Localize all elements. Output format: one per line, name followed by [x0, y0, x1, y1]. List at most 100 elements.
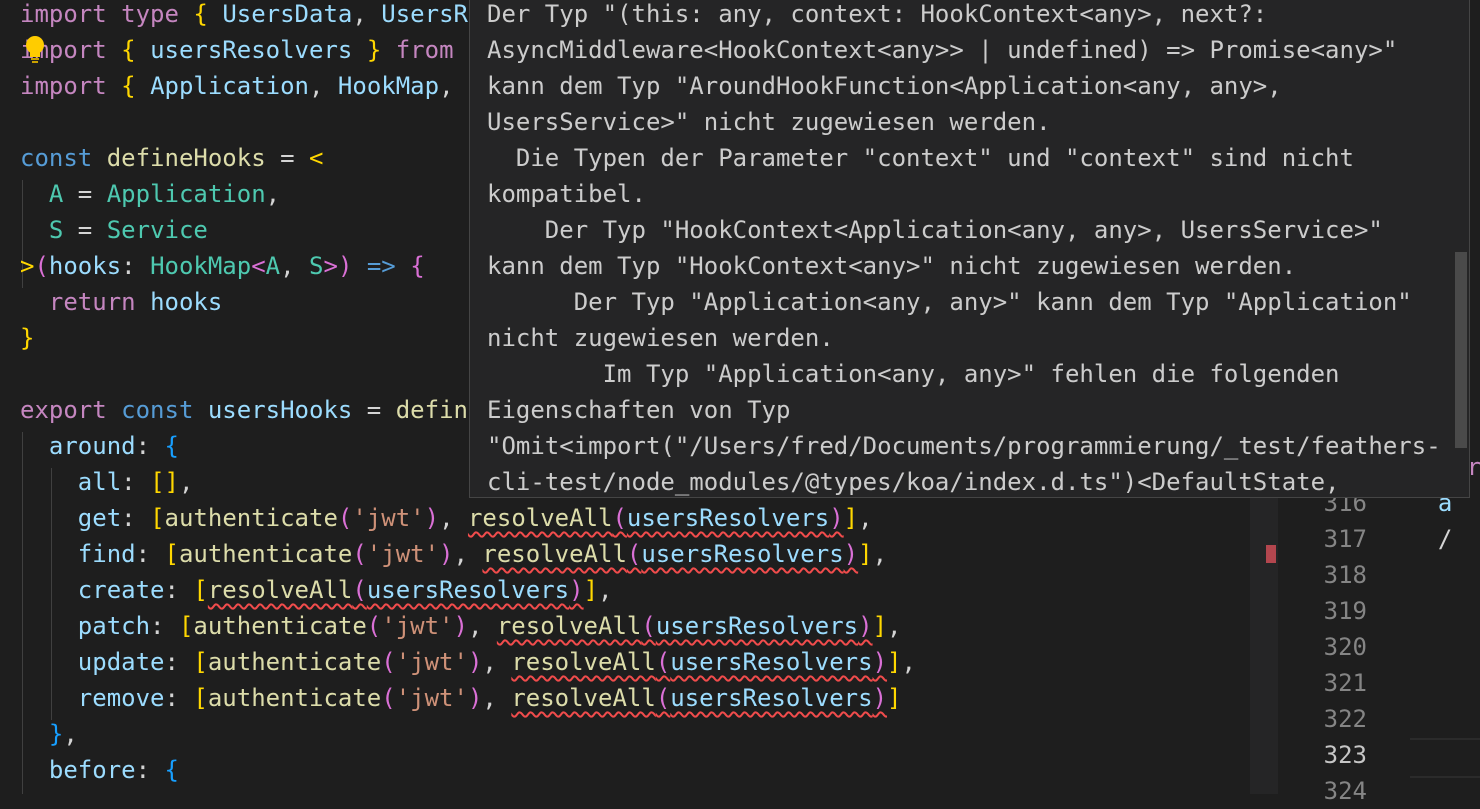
code-line: all: [],: [20, 464, 194, 500]
error-token: (: [641, 612, 656, 640]
code-token: (: [381, 684, 396, 712]
hover-text-line: kompatibel.: [487, 180, 646, 208]
error-token: (: [655, 648, 671, 676]
code-token: create: [77, 576, 165, 604]
error-token: ): [858, 612, 873, 640]
line-number: 319: [1323, 597, 1367, 625]
code-token: =: [63, 180, 107, 208]
line-number: 321: [1323, 669, 1367, 697]
error-token: ): [872, 684, 888, 712]
line-number: 324: [1323, 777, 1367, 805]
code-line: const defineHooks = <: [20, 140, 323, 176]
code-token: Service: [106, 216, 208, 244]
code-token: authenticate: [193, 612, 367, 640]
code-token: ): [467, 648, 483, 676]
code-token: ,: [265, 180, 281, 208]
code-token: (: [34, 252, 49, 280]
code-token: ): [439, 540, 454, 568]
hover-text-line: AsyncMiddleware<HookContext<any>> | unde…: [487, 36, 1398, 64]
code-line: import type { UsersData, UsersR: [20, 0, 468, 32]
code-token: (: [352, 540, 367, 568]
hover-text-line: cli-test/node_modules/@types/koa/index.d…: [487, 468, 1340, 496]
code-token: ,: [872, 540, 888, 568]
code-token: type: [121, 0, 179, 28]
code-line: update: [authenticate('jwt'), resolveAll…: [20, 644, 916, 680]
code-token: =: [352, 396, 396, 424]
code-token: <: [251, 252, 266, 280]
code-token: 'jwt': [366, 540, 440, 568]
code-line: import { usersResolvers } from: [20, 32, 454, 68]
code-token: >: [20, 252, 35, 280]
error-token: (: [655, 684, 671, 712]
code-line: before: {: [20, 752, 179, 788]
hover-text-line: Im Typ "Application<any, any>" fehlen di…: [487, 360, 1340, 388]
code-token: <: [309, 144, 324, 172]
code-line: around: {: [20, 428, 179, 464]
code-token: hooks: [48, 252, 122, 280]
code-token: [: [193, 576, 208, 604]
code-token: (: [381, 648, 396, 676]
code-token: HookMap: [150, 252, 252, 280]
code-token: ): [467, 684, 483, 712]
lightbulb-icon[interactable]: [22, 34, 48, 64]
code-token: Application: [106, 180, 266, 208]
error-token: usersResolvers: [655, 612, 859, 640]
code-token: authenticate: [178, 540, 353, 568]
code-token: ,: [901, 648, 916, 676]
code-token: }: [48, 720, 64, 748]
hover-text-line: Der Typ "(this: any, context: HookContex…: [487, 0, 1268, 28]
code-token: :: [164, 684, 194, 712]
code-token: const: [20, 144, 93, 172]
code-token: {: [193, 0, 208, 28]
code-token: >: [323, 252, 338, 280]
code-token: ]: [583, 576, 599, 604]
code-token: 'jwt': [352, 504, 425, 532]
error-token: ): [569, 576, 584, 604]
code-token: const: [121, 396, 194, 424]
line-number: 320: [1323, 633, 1367, 661]
code-token: ,: [439, 72, 454, 100]
code-token: ,: [178, 468, 194, 496]
code-token: S: [48, 216, 64, 244]
hover-scrollbar-thumb[interactable]: [1455, 252, 1467, 448]
error-marker[interactable]: [1266, 545, 1276, 563]
code-token: [: [150, 504, 165, 532]
error-token: ): [872, 648, 888, 676]
error-token: (: [626, 540, 642, 568]
code-token: :: [121, 252, 151, 280]
code-token: port: [48, 36, 107, 64]
error-token: resolveAll: [482, 540, 627, 568]
error-hover-tooltip[interactable]: Der Typ "(this: any, context: HookContex…: [469, 0, 1470, 498]
error-token: usersResolvers: [366, 576, 570, 604]
code-token: 'jwt': [395, 684, 468, 712]
hover-scrollbar[interactable]: [1453, 0, 1469, 497]
code-token: ,: [439, 504, 468, 532]
code-token: ,: [467, 612, 497, 640]
code-token: find: [77, 540, 136, 568]
hover-text-line: Der Typ "HookContext<Application<any, an…: [487, 216, 1383, 244]
code-token: {: [121, 36, 136, 64]
code-token: return: [48, 288, 136, 316]
code-token: }: [20, 324, 35, 352]
code-token: from: [395, 36, 454, 64]
error-token: usersResolvers: [626, 504, 830, 532]
error-token: (: [352, 576, 367, 604]
error-token: usersResolvers: [670, 648, 873, 676]
code-line: find: [authenticate('jwt'), resolveAll(u…: [20, 536, 887, 572]
code-token: HookMap: [337, 72, 440, 100]
code-token: usersResolvers: [150, 36, 353, 64]
hover-text-line: Der Typ "Application<any, any>" kann dem…: [487, 288, 1412, 316]
code-line: A = Application,: [20, 176, 280, 212]
code-token: 'jwt': [395, 648, 468, 676]
